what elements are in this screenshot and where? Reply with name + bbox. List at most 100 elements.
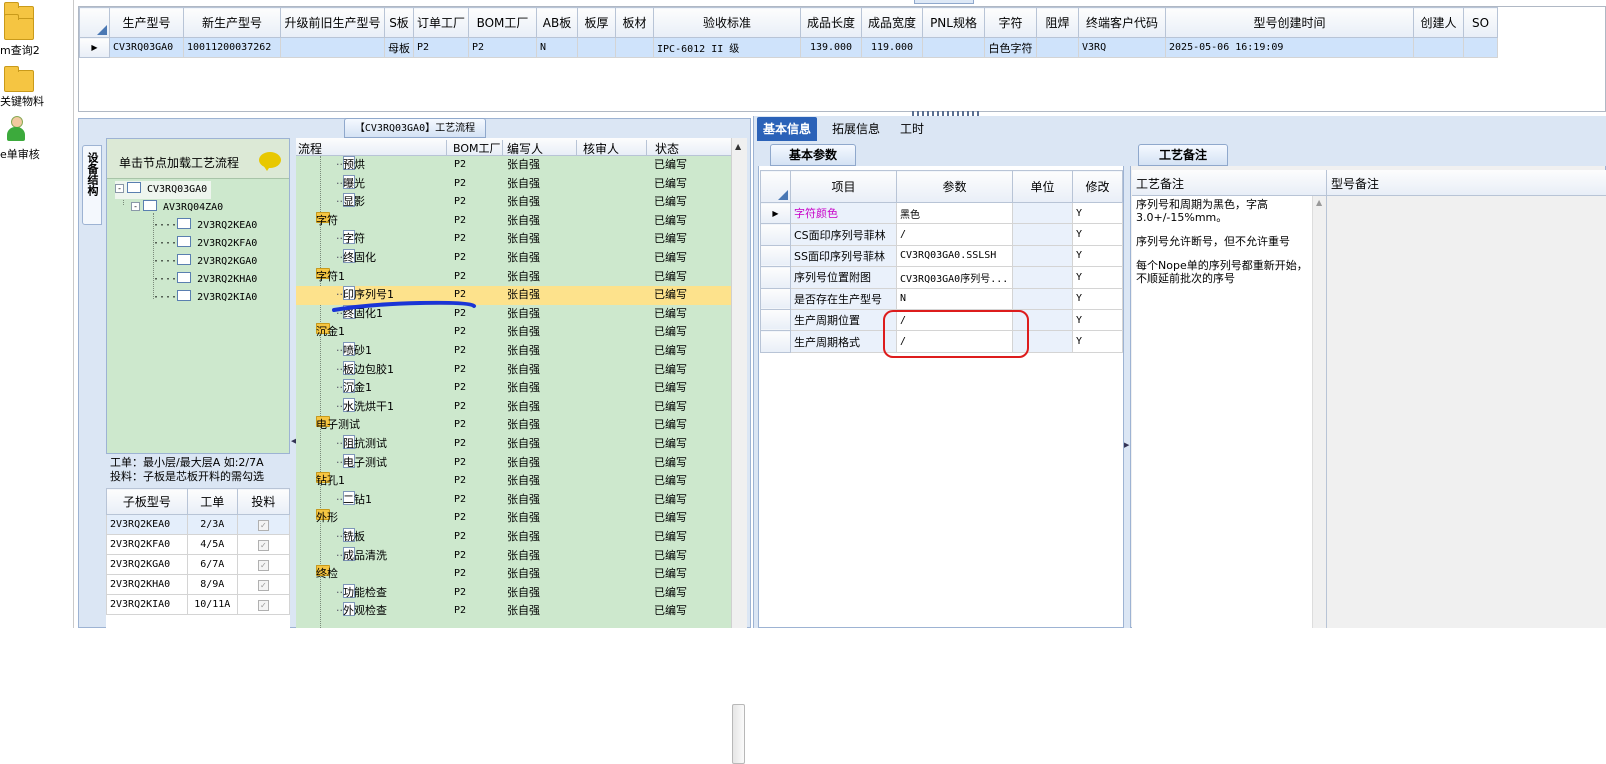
cell[interactable]: 119.000 xyxy=(861,37,924,58)
cell[interactable]: 2V3RQ2KIA0 xyxy=(106,594,188,615)
flow-group-row[interactable]: -字符1P2张自强已编写 xyxy=(296,267,731,287)
nav-item-key-material[interactable]: 关键物料 xyxy=(0,64,74,110)
cell[interactable]: 2V3RQ2KGA0 xyxy=(106,554,188,575)
col-header[interactable]: 单位 xyxy=(1012,170,1073,203)
tree-node-leaf[interactable]: ···· 2V3RQ2KGA0 xyxy=(153,253,257,271)
col-header[interactable]: 工单 xyxy=(186,488,238,515)
cell[interactable] xyxy=(1413,37,1465,58)
cell[interactable]: P2 xyxy=(412,37,470,58)
cell[interactable]: 母板 xyxy=(384,37,414,58)
col-header[interactable]: BOM工厂 xyxy=(468,7,538,38)
scroll-up-icon[interactable]: ▲ xyxy=(735,142,741,151)
col-header[interactable]: PNL规格 xyxy=(922,7,986,38)
param-unit[interactable] xyxy=(1012,223,1073,246)
cell[interactable]: 10/11A xyxy=(186,594,238,615)
param-name[interactable]: 序列号位置附图 xyxy=(790,266,897,289)
flow-step-row[interactable]: ·· 曝光 P2 张自强 已编写 xyxy=(296,174,731,194)
col-header[interactable]: 验收标准 xyxy=(653,7,802,38)
scroll-up-icon[interactable]: ▲ xyxy=(1316,198,1322,207)
tree-node-leaf[interactable]: ···· 2V3RQ2KHA0 xyxy=(153,271,257,289)
flow-step-row[interactable]: ·· 终固化 P2 张自强 已编写 xyxy=(296,249,731,268)
cell[interactable] xyxy=(1036,37,1080,58)
col-header[interactable]: 生产型号 xyxy=(109,7,184,38)
param-unit[interactable] xyxy=(1012,201,1073,225)
nav-item-query[interactable]: m查询2 xyxy=(0,12,74,58)
row-indicator-icon[interactable]: ▶ xyxy=(760,201,791,225)
col-header[interactable]: 终端客户代码 xyxy=(1078,7,1167,38)
table-row[interactable]: 2V3RQ2KFA0 4/5A ✓ xyxy=(106,534,290,555)
param-name[interactable]: CS面印序列号菲林 xyxy=(790,223,897,246)
col-header[interactable]: 板厚 xyxy=(577,7,617,38)
checkbox[interactable]: ✓ xyxy=(236,594,290,615)
table-row[interactable]: 2V3RQ2KHA0 8/9A ✓ xyxy=(106,574,290,595)
cell[interactable]: V3RQ xyxy=(1078,37,1167,58)
flow-step-row[interactable]: ·· 功能检查 P2 张自强 已编写 xyxy=(296,583,731,603)
param-editable[interactable]: Y xyxy=(1072,330,1123,353)
cell[interactable]: 2V3RQ2KFA0 xyxy=(106,534,188,555)
flow-group-row[interactable]: -字符P2张自强已编写 xyxy=(296,211,731,231)
param-value[interactable]: N xyxy=(896,287,1013,310)
flow-step-row[interactable]: ·· 板边包胶1 P2 张自强 已编写 xyxy=(296,360,731,380)
col-header[interactable]: 板材 xyxy=(615,7,655,38)
col-header[interactable]: 修改 xyxy=(1072,170,1123,203)
param-editable[interactable]: Y xyxy=(1072,266,1123,289)
param-editable[interactable]: Y xyxy=(1072,308,1123,332)
row-indicator-icon[interactable] xyxy=(760,244,791,268)
scroll-thumb[interactable] xyxy=(732,704,745,764)
flow-group-row[interactable]: -沉金1P2张自强已编写 xyxy=(296,323,731,342)
note-scrollbar[interactable]: ▲ xyxy=(1312,196,1326,628)
cell[interactable]: 4/5A xyxy=(186,534,238,555)
tree-node-leaf[interactable]: ···· 2V3RQ2KFA0 xyxy=(153,235,257,253)
tab-device-structure[interactable]: 设备结构 xyxy=(82,145,102,225)
col-header[interactable]: 编写人 xyxy=(502,140,543,157)
col-header[interactable]: 创建人 xyxy=(1413,7,1465,38)
table-row[interactable]: ▶ 字符颜色 黑色 Y xyxy=(760,201,1123,225)
tab-basic-info[interactable]: 基本信息 xyxy=(757,117,818,141)
param-editable[interactable]: Y xyxy=(1072,287,1123,310)
cell[interactable]: 139.000 xyxy=(800,37,863,58)
flow-step-row[interactable]: ·· 阻抗测试 P2 张自强 已编写 xyxy=(296,435,731,454)
col-header[interactable]: 项目 xyxy=(790,170,897,203)
param-unit[interactable] xyxy=(1012,244,1073,268)
model-note-text[interactable] xyxy=(1326,196,1606,628)
param-unit[interactable] xyxy=(1012,287,1073,310)
col-header[interactable]: AB板 xyxy=(536,7,579,38)
cell[interactable] xyxy=(922,37,986,58)
flow-step-row[interactable]: ·· 沉金1 P2 张自强 已编写 xyxy=(296,379,731,398)
param-editable[interactable]: Y xyxy=(1072,223,1123,246)
flow-step-row[interactable]: ·· 电子测试 P2 张自强 已编写 xyxy=(296,453,731,473)
param-name[interactable]: 是否存在生产型号 xyxy=(790,287,897,310)
cell[interactable]: CV3RQ03GA0 xyxy=(109,37,184,58)
nav-item-audit[interactable]: e单审核 xyxy=(0,116,74,166)
splitter-top-icon[interactable] xyxy=(914,0,974,4)
col-header[interactable]: 型号创建时间 xyxy=(1165,7,1415,38)
table-row[interactable]: CS面印序列号菲林 / Y xyxy=(760,223,1123,246)
table-row[interactable]: 2V3RQ2KEA0 2/3A ✓ xyxy=(106,514,290,535)
flow-step-row[interactable]: ·· 外观检查 P2 张自强 已编写 xyxy=(296,602,731,621)
cell[interactable] xyxy=(280,37,385,58)
checkbox[interactable]: ✓ xyxy=(236,534,290,555)
tree-node-child[interactable]: - AV3RQ04ZA0 xyxy=(131,199,223,217)
cell[interactable]: 白色字符 xyxy=(984,37,1038,58)
flow-step-row[interactable]: ·· 喷砂1 P2 张自强 已编写 xyxy=(296,342,731,361)
cell[interactable]: 2025-05-06 16:19:09 xyxy=(1165,37,1415,58)
col-header[interactable]: 字符 xyxy=(984,7,1038,38)
collapse-arrow-icon[interactable]: ◀ xyxy=(291,436,296,446)
col-header[interactable]: SO xyxy=(1463,7,1499,38)
col-header[interactable]: BOM工厂 xyxy=(446,140,501,156)
row-indicator-icon[interactable] xyxy=(760,223,791,246)
table-row[interactable]: 是否存在生产型号 N Y xyxy=(760,287,1123,310)
flow-group-row[interactable]: -外形P2张自强已编写 xyxy=(296,509,731,528)
cell[interactable]: P2 xyxy=(468,37,538,58)
table-row[interactable]: 序列号位置附图 CV3RQ03GA0序列号... Y xyxy=(760,266,1123,289)
col-header[interactable]: 订单工厂 xyxy=(412,7,470,38)
flow-group-row[interactable]: -电子测试P2张自强已编写 xyxy=(296,416,731,435)
col-header[interactable]: 成品长度 xyxy=(800,7,863,38)
col-header[interactable]: 阻焊 xyxy=(1036,7,1080,38)
cell[interactable]: 2V3RQ2KEA0 xyxy=(106,514,188,535)
row-indicator-icon[interactable] xyxy=(760,266,791,289)
table-row[interactable]: 2V3RQ2KGA0 6/7A ✓ xyxy=(106,554,290,575)
flow-step-row[interactable]: ·· 预烘 P2 张自强 已编写 xyxy=(296,156,731,175)
checkbox[interactable]: ✓ xyxy=(236,514,290,535)
param-name[interactable]: 字符颜色 xyxy=(790,201,897,225)
